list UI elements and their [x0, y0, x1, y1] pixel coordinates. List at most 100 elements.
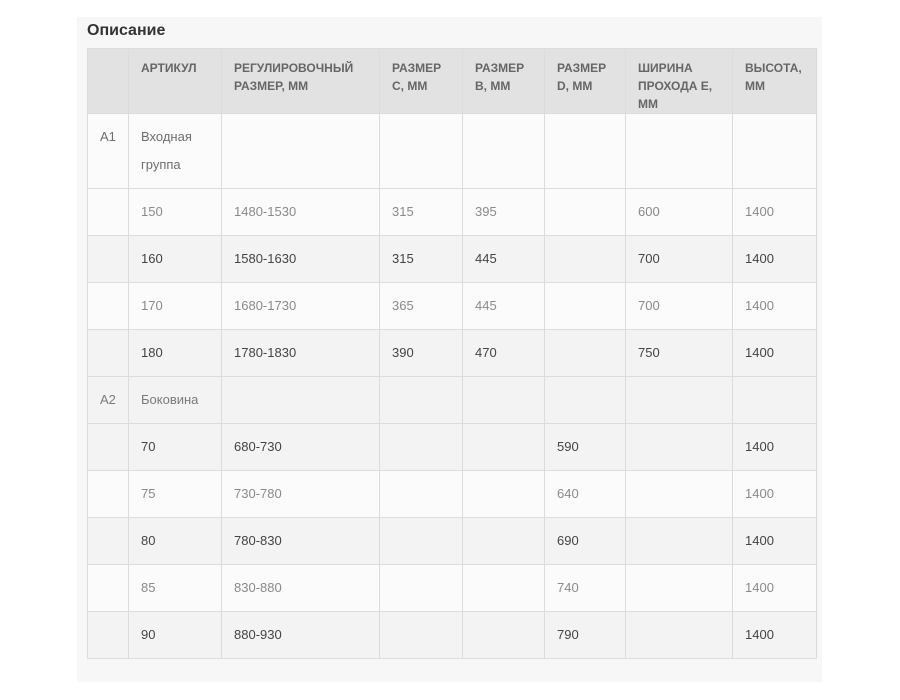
table-cell: [87, 235, 129, 283]
table-cell: [544, 282, 626, 330]
table-row: А1 Входная группа: [87, 113, 817, 189]
table-cell: [221, 113, 380, 189]
table-cell: 1400: [732, 517, 817, 565]
table-cell: А2: [87, 376, 129, 424]
table-cell: [87, 282, 129, 330]
header-cell: ШИРИНА ПРОХОДА Е, ММ: [625, 48, 733, 114]
header-cell: ВЫСОТА, ММ: [732, 48, 817, 114]
table-cell: [732, 113, 817, 189]
table-cell: 700: [625, 282, 733, 330]
table-cell: [625, 564, 733, 612]
table-row: 80 780-830 690 1400: [87, 517, 817, 565]
table-cell: 315: [379, 188, 463, 236]
table-cell: 830-880: [221, 564, 380, 612]
table-row: 75 730-780 640 1400: [87, 470, 817, 518]
table-cell: 600: [625, 188, 733, 236]
table-row: 160 1580-1630 315 445 700 1400: [87, 235, 817, 283]
table-cell: [625, 517, 733, 565]
header-cell: РАЗМЕР В, ММ: [462, 48, 545, 114]
table-cell: 85: [128, 564, 222, 612]
table-row: А2 Боковина: [87, 376, 817, 424]
table-cell: 780-830: [221, 517, 380, 565]
table-cell: 180: [128, 329, 222, 377]
table-cell: 1680-1730: [221, 282, 380, 330]
table-cell: 790: [544, 611, 626, 659]
table-cell: [87, 188, 129, 236]
table-cell: 1400: [732, 423, 817, 471]
section-title: Описание: [87, 22, 166, 39]
table-cell: [732, 376, 817, 424]
table-cell: [379, 423, 463, 471]
table-cell: 75: [128, 470, 222, 518]
table-cell: 690: [544, 517, 626, 565]
table-cell: 1400: [732, 235, 817, 283]
table-cell: 160: [128, 235, 222, 283]
table-cell: 395: [462, 188, 545, 236]
table-cell: [379, 564, 463, 612]
table-cell: [87, 423, 129, 471]
table-cell: 445: [462, 282, 545, 330]
table-cell: Входная группа: [128, 113, 222, 189]
table-row: 85 830-880 740 1400: [87, 564, 817, 612]
table-cell: [379, 611, 463, 659]
table-row: 70 680-730 590 1400: [87, 423, 817, 471]
table-cell: 1400: [732, 188, 817, 236]
table-cell: 315: [379, 235, 463, 283]
table-cell: 1400: [732, 564, 817, 612]
table-cell: 1400: [732, 329, 817, 377]
table-cell: 1480-1530: [221, 188, 380, 236]
table-cell: 390: [379, 329, 463, 377]
table-cell: [462, 470, 545, 518]
table-cell: [379, 376, 463, 424]
table-cell: [221, 376, 380, 424]
table-cell: 445: [462, 235, 545, 283]
table-row: 180 1780-1830 390 470 750 1400: [87, 329, 817, 377]
table-cell: [625, 376, 733, 424]
spec-table: АРТИКУЛ РЕГУЛИРОВОЧНЫЙ РАЗМЕР, ММ РАЗМЕР…: [87, 48, 817, 659]
header-cell: РЕГУЛИРОВОЧНЫЙ РАЗМЕР, ММ: [221, 48, 380, 114]
table-cell: 1400: [732, 611, 817, 659]
table-cell: 150: [128, 188, 222, 236]
table-cell: [544, 113, 626, 189]
header-cell: РАЗМЕР С, ММ: [379, 48, 463, 114]
table-cell: [462, 376, 545, 424]
table-cell: [87, 329, 129, 377]
header-cell: АРТИКУЛ: [128, 48, 222, 114]
table-cell: [544, 376, 626, 424]
table-cell: 730-780: [221, 470, 380, 518]
table-cell: 740: [544, 564, 626, 612]
table-cell: [379, 113, 463, 189]
table-cell: [544, 329, 626, 377]
table-cell: [462, 611, 545, 659]
table-cell: [544, 188, 626, 236]
table-cell: [87, 517, 129, 565]
header-cell: [87, 48, 129, 114]
table-cell: 880-930: [221, 611, 380, 659]
table-header-row: АРТИКУЛ РЕГУЛИРОВОЧНЫЙ РАЗМЕР, ММ РАЗМЕР…: [87, 48, 817, 114]
table-cell: 90: [128, 611, 222, 659]
table-cell: [462, 113, 545, 189]
table-cell: [625, 470, 733, 518]
table-cell: [625, 423, 733, 471]
table-cell: 680-730: [221, 423, 380, 471]
table-cell: [462, 517, 545, 565]
table-cell: [379, 470, 463, 518]
table-row: 150 1480-1530 315 395 600 1400: [87, 188, 817, 236]
description-panel: Описание АРТИКУЛ РЕГУЛИРОВОЧНЫЙ РАЗМЕР, …: [77, 17, 822, 682]
table-cell: [379, 517, 463, 565]
table-cell: 1580-1630: [221, 235, 380, 283]
table-cell: Боковина: [128, 376, 222, 424]
table-cell: 80: [128, 517, 222, 565]
table-cell: 70: [128, 423, 222, 471]
table-cell: [462, 564, 545, 612]
table-cell: 1400: [732, 282, 817, 330]
table-cell: [87, 611, 129, 659]
table-cell: [544, 235, 626, 283]
table-cell: 640: [544, 470, 626, 518]
table-cell: 170: [128, 282, 222, 330]
table-cell: [625, 611, 733, 659]
table-row: 170 1680-1730 365 445 700 1400: [87, 282, 817, 330]
table-cell: 700: [625, 235, 733, 283]
table-cell: [462, 423, 545, 471]
table-cell: 470: [462, 329, 545, 377]
